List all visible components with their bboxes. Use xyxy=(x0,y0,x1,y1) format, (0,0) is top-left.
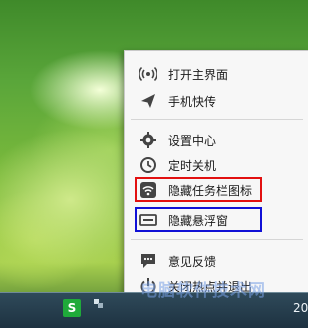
desktop-background: 打开主界面 手机快传 设置中心 定时关机 隐藏任务栏图标 隐藏悬浮窗 意见反馈 … xyxy=(0,0,308,328)
feedback-icon xyxy=(138,252,158,270)
gear-icon xyxy=(138,131,158,149)
tray-app-icon[interactable]: S xyxy=(63,299,81,317)
menu-item-feedback[interactable]: 意见反馈 xyxy=(125,248,308,274)
menu-separator xyxy=(131,239,303,240)
highlight-box-blue xyxy=(135,207,262,232)
highlight-box-red xyxy=(135,177,262,202)
tray-small-icon[interactable] xyxy=(94,299,104,311)
menu-item-label: 设置中心 xyxy=(168,133,217,148)
context-menu: 打开主界面 手机快传 设置中心 定时关机 隐藏任务栏图标 隐藏悬浮窗 意见反馈 … xyxy=(124,50,308,314)
menu-item-phone-transfer[interactable]: 手机快传 xyxy=(125,88,308,114)
menu-item-label: 定时关机 xyxy=(168,158,217,173)
menu-item-settings[interactable]: 设置中心 xyxy=(125,127,308,153)
clock-icon xyxy=(138,156,158,174)
send-icon xyxy=(138,92,158,110)
watermark-text: 电脑软件技术网 xyxy=(140,281,266,301)
signal-icon xyxy=(138,65,158,83)
menu-item-open-main[interactable]: 打开主界面 xyxy=(125,61,308,87)
menu-item-label: 意见反馈 xyxy=(168,254,217,269)
menu-item-label: 手机快传 xyxy=(168,94,217,109)
menu-separator xyxy=(131,119,303,120)
menu-item-timed-shutdown[interactable]: 定时关机 xyxy=(125,152,308,178)
menu-item-label: 打开主界面 xyxy=(168,67,229,82)
